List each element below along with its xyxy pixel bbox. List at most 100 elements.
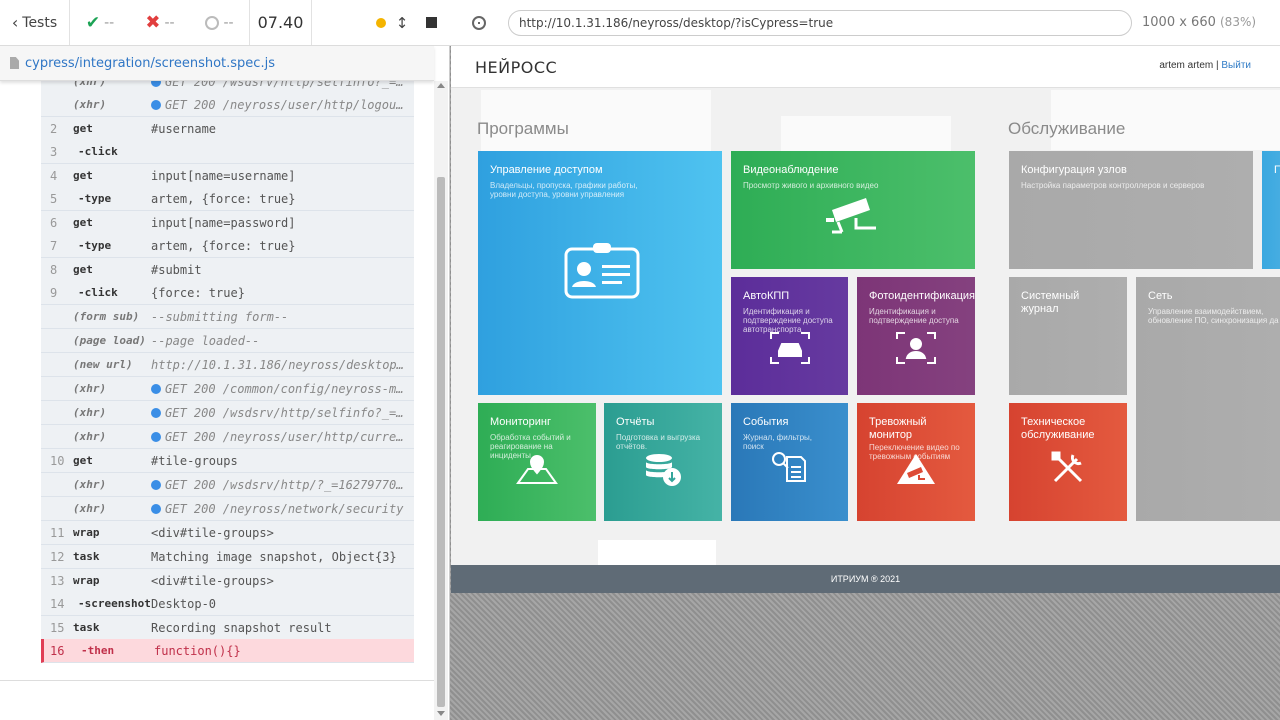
command-message-text: input[name=password]: [151, 215, 296, 230]
command-number: 11: [50, 525, 65, 540]
tile-title: Мониторинг: [490, 416, 552, 428]
command-row[interactable]: 13 wrap <div#tile-groups>: [41, 569, 414, 592]
command-row[interactable]: 6 get input[name=password]: [41, 211, 414, 234]
command-row[interactable]: 5 -type artem, {force: true}: [41, 187, 414, 211]
command-name: (xhr): [73, 478, 107, 491]
command-row[interactable]: 9 -click {force: true}: [41, 281, 414, 305]
pending-stat: --: [190, 0, 250, 45]
scroll-up-arrow-icon[interactable]: [437, 83, 445, 88]
command-row[interactable]: (xhr) GET 200 /wsdsrv/http/?_=1627977060: [41, 473, 414, 497]
file-icon: [10, 57, 19, 69]
command-row[interactable]: (xhr) GET 200 /neyross/network/security: [41, 497, 414, 521]
cypress-runner: ‹ Tests ✔ -- ✖ -- -- 07.40 ↕ cypress/int…: [0, 0, 1280, 720]
command-message: GET 200 /neyross/user/http/current: [151, 430, 414, 444]
scroll-thumb[interactable]: [437, 177, 445, 707]
command-row[interactable]: (xhr) GET 200 /neyross/user/http/current: [41, 425, 414, 449]
command-row[interactable]: 14 -screenshot Desktop-0: [41, 592, 414, 616]
command-name: (xhr): [73, 502, 107, 515]
command-name: (xhr): [73, 430, 107, 443]
command-row[interactable]: 4 get input[name=username]: [41, 164, 414, 187]
command-name: (xhr): [73, 98, 107, 111]
command-row[interactable]: (xhr) GET 200 /neyross/user/http/logout…: [41, 93, 414, 117]
tile-maintenance[interactable]: Техническое обслуживание: [1009, 403, 1127, 521]
tile-network[interactable]: Сеть Управление взаимодействием, обновлен…: [1136, 277, 1280, 521]
tile-video[interactable]: Видеонаблюдение Просмотр живого и архивно…: [731, 151, 975, 269]
command-message-text: artem, {force: true}: [151, 191, 296, 206]
autoscroll-toggle[interactable]: ↕: [372, 0, 412, 45]
selector-playground-crosshair-icon[interactable]: [472, 15, 486, 30]
passed-stat: ✔ --: [70, 0, 130, 45]
command-message-text: {force: true}: [151, 285, 245, 300]
aut-url-field[interactable]: http://10.1.31.186/neyross/desktop/?isCy…: [508, 9, 1132, 36]
command-message: GET 200 /common/config/neyross-menu: [151, 382, 414, 396]
pending-circle-icon: [205, 15, 220, 30]
tile-title: Сеть: [1148, 290, 1173, 302]
command-number: 10: [50, 453, 65, 468]
pending-count: --: [223, 14, 234, 31]
tile-reports[interactable]: Отчёты Подготовка и выгрузка отчётов.: [604, 403, 722, 521]
command-message-text: GET 200 /neyross/network/security: [165, 501, 404, 516]
app-frame: НЕЙРОСС artem artem | Выйти Программы Об…: [451, 46, 1280, 593]
command-name: wrap: [73, 526, 100, 539]
command-row[interactable]: 11 wrap <div#tile-groups>: [41, 521, 414, 545]
tile-title: Отчёты: [616, 416, 655, 428]
tile-monitoring[interactable]: Мониторинг Обработка событий и реагирован…: [478, 403, 596, 521]
command-message-text: function(){}: [154, 643, 241, 658]
command-message: artem, {force: true}: [151, 239, 414, 253]
command-row[interactable]: (page load) --page loaded--: [41, 329, 414, 353]
command-row[interactable]: 3 -click: [41, 140, 414, 164]
aut-url: http://10.1.31.186/neyross/desktop/?isCy…: [519, 15, 834, 30]
reporter-panel: ‹ Tests ✔ -- ✖ -- -- 07.40 ↕ cypress/int…: [0, 0, 450, 720]
tile-title: Системный журнал: [1021, 290, 1080, 315]
viewport-info[interactable]: 1000 x 660 (83%): [1142, 15, 1256, 30]
tile-autokpp[interactable]: АвтоКПП Идентификация и подтверждение дос…: [731, 277, 848, 395]
cross-icon: ✖: [145, 12, 161, 33]
logout-link[interactable]: Выйти: [1221, 60, 1251, 71]
tile-title: Фотоидентификация: [869, 290, 975, 302]
command-message-text: --page loaded--: [151, 333, 260, 348]
passed-count: --: [104, 14, 115, 31]
stop-button[interactable]: [412, 0, 450, 45]
tile-description: Идентификация и подтверждение доступа: [869, 307, 959, 325]
command-row[interactable]: 10 get #tile-groups: [41, 449, 414, 473]
command-name: -click: [78, 145, 118, 158]
tile-syslog[interactable]: Системный журнал: [1009, 277, 1127, 395]
command-message: <div#tile-groups>: [151, 526, 414, 540]
command-row[interactable]: (new url) http://10.1.31.186/neyross/desk…: [41, 353, 414, 377]
command-log-scrollbar[interactable]: [434, 81, 448, 720]
tile-access[interactable]: Управление доступом Владельцы, пропуска, …: [478, 151, 722, 395]
command-row[interactable]: 2 get #username: [41, 117, 414, 140]
scroll-down-arrow-icon[interactable]: [437, 711, 445, 716]
command-name: -type: [78, 239, 112, 252]
face-scan-icon: [895, 331, 937, 365]
command-row[interactable]: 7 -type artem, {force: true}: [41, 234, 414, 258]
command-row[interactable]: 8 get #submit: [41, 258, 414, 281]
tools-icon: [1051, 451, 1085, 485]
command-row[interactable]: (xhr) GET 200 /common/config/neyross-menu: [41, 377, 414, 401]
alarm-camera-icon: [895, 453, 937, 485]
command-row[interactable]: 12 task Matching image snapshot, Object{3}: [41, 545, 414, 569]
command-message-text: <div#tile-groups>: [151, 525, 274, 540]
tile-nodes[interactable]: Конфигурация узлов Настройка параметров к…: [1009, 151, 1253, 269]
command-row[interactable]: (form sub) --submitting form--: [41, 305, 414, 329]
tile-description: Подготовка и выгрузка отчётов.: [616, 433, 701, 451]
spec-path-bar[interactable]: cypress/integration/screenshot.spec.js: [0, 46, 434, 81]
command-message-text: GET 200 /wsdsrv/http/selfinfo?_=1627977: [165, 405, 414, 420]
command-name: -click: [78, 286, 118, 299]
command-row[interactable]: 16 -then function(){}: [41, 639, 414, 663]
tests-button[interactable]: ‹ Tests: [0, 0, 70, 45]
tile-events[interactable]: События Журнал, фильтры, поиск: [731, 403, 848, 521]
tile-title: Конфигурация узлов: [1021, 164, 1127, 176]
command-message-text: GET 200 /neyross/user/http/current: [165, 429, 411, 444]
tile-photoid[interactable]: Фотоидентификация Идентификация и подтвер…: [857, 277, 975, 395]
command-row[interactable]: (xhr) GET 200 /wsdsrv/http/selfinfo?_=162…: [41, 401, 414, 425]
command-number: 6: [50, 215, 58, 230]
tile-alarm[interactable]: Тревожный монитор Переключение видео по т…: [857, 403, 975, 521]
command-name: -screenshot: [78, 597, 151, 610]
tile-cut[interactable]: П: [1262, 151, 1280, 269]
aut-header: http://10.1.31.186/neyross/desktop/?isCy…: [450, 0, 1280, 46]
tile-description: Настройка параметров контроллеров и серв…: [1021, 181, 1205, 190]
command-row[interactable]: 15 task Recording snapshot result: [41, 616, 414, 639]
command-message-text: Matching image snapshot, Object{3}: [151, 549, 397, 564]
command-message-text: Recording snapshot result: [151, 620, 332, 635]
